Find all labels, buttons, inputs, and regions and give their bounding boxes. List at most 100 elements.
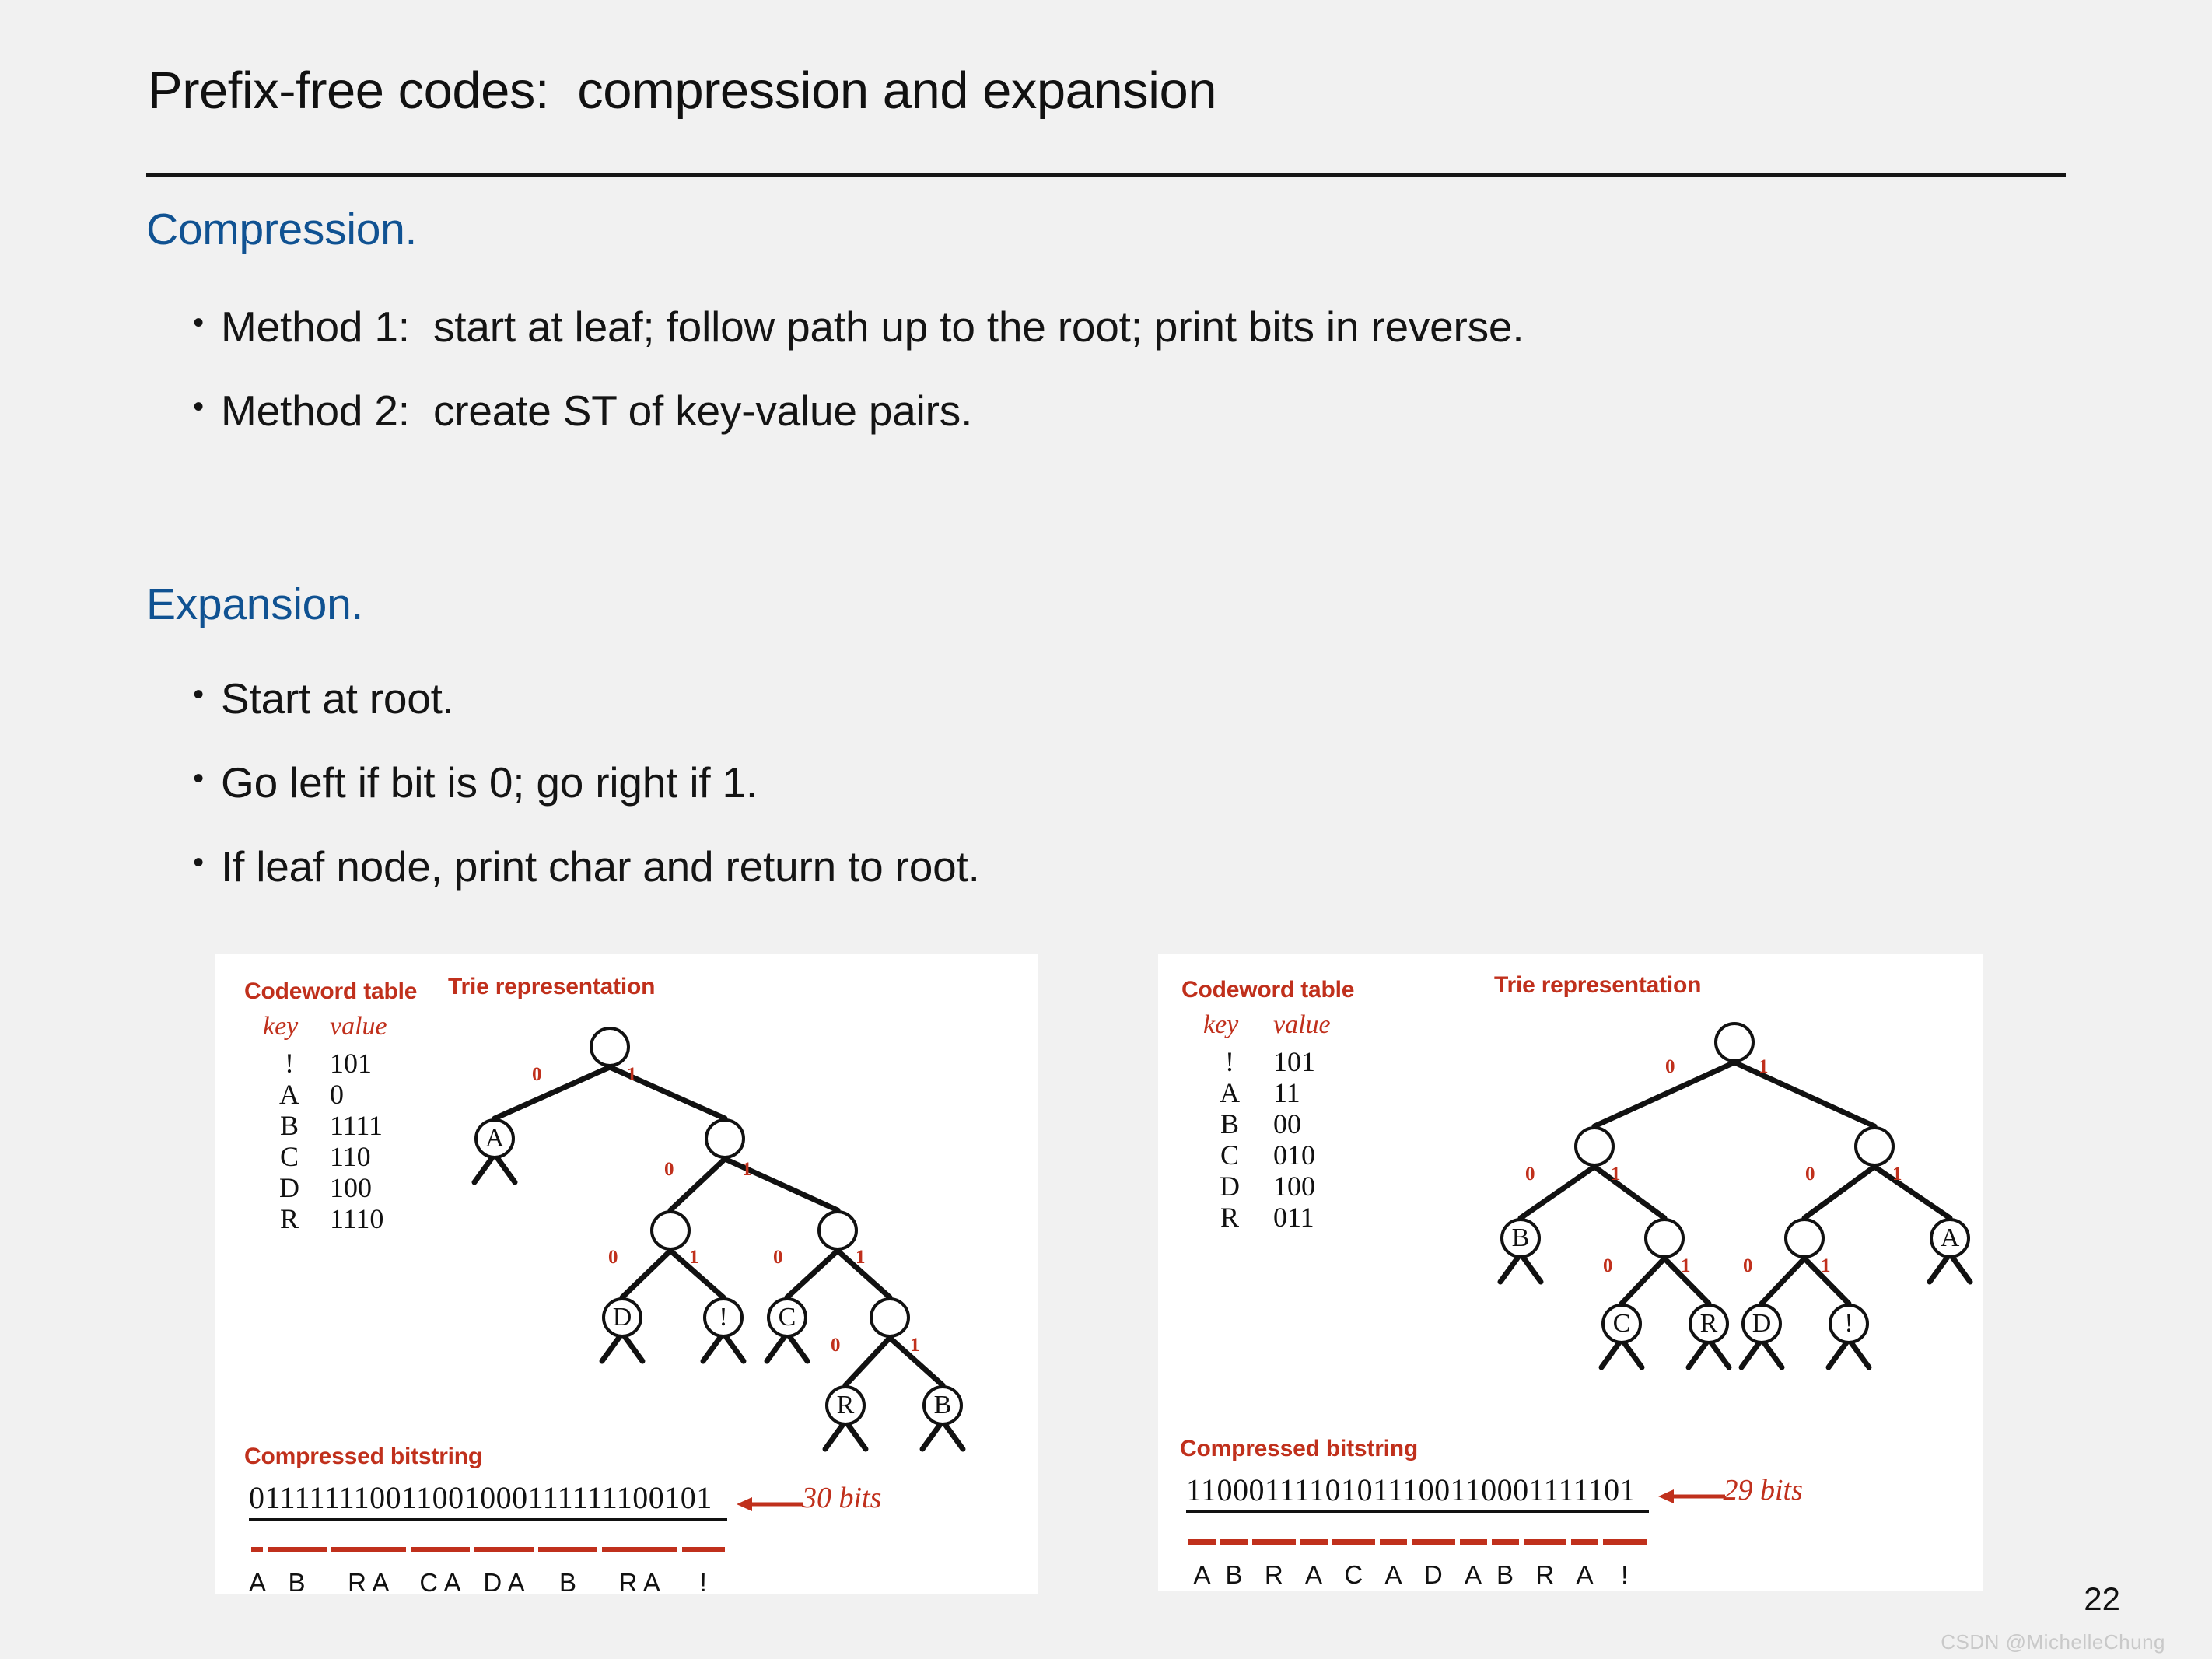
bullet-marker: • xyxy=(193,677,204,712)
bitstring-char-label: ! xyxy=(699,1568,707,1597)
table-cell-key: B xyxy=(279,1110,299,1141)
edge-bit-label: 1 xyxy=(1611,1164,1621,1185)
edge-bit-label: 1 xyxy=(1892,1164,1902,1185)
compression-bullet-2: • Method 2: create ST of key-value pairs… xyxy=(187,386,972,436)
bitstring-segment xyxy=(474,1547,534,1552)
table-cell-key: A xyxy=(279,1079,299,1110)
table-cell-value: 101 xyxy=(1273,1046,1315,1077)
bit-count-label: 29 bits xyxy=(1723,1474,1803,1507)
trie-leaf-node: A xyxy=(1930,1218,1970,1258)
bitstring-segment xyxy=(1459,1539,1487,1545)
edge-bit-label: 1 xyxy=(1759,1056,1769,1077)
table-cell-key: ! xyxy=(1225,1046,1234,1077)
bitstring-char-label: D A xyxy=(483,1568,525,1597)
compression-bullet-1: • Method 1: start at leaf; follow path u… xyxy=(187,302,1524,352)
bitstring-char-label: A xyxy=(1304,1560,1322,1589)
compressed-bitstring: 011111110011001000111111100101 xyxy=(249,1480,712,1515)
edge-bit-label: 0 xyxy=(1743,1255,1753,1276)
bitstring-char-label: A xyxy=(249,1568,267,1597)
bitstring-char-label: B xyxy=(558,1568,576,1597)
table-cell-key: ! xyxy=(285,1048,294,1079)
expansion-bullet-2: • Go left if bit is 0; go right if 1. xyxy=(187,758,758,807)
bitstring-segment xyxy=(267,1547,327,1552)
diagram-panel-left: Codeword table Trie representation key valu… xyxy=(215,954,1038,1597)
bullet-text: Go left if bit is 0; go right if 1. xyxy=(221,758,758,807)
bullet-marker: • xyxy=(193,845,204,880)
table-cell-key: R xyxy=(1220,1202,1239,1233)
watermark: CSDN @MichelleChung xyxy=(1941,1630,2165,1654)
bitstring-char-label: R xyxy=(1535,1560,1555,1589)
bullet-marker: • xyxy=(193,761,204,796)
table-cell-key: C xyxy=(279,1141,299,1172)
trie-internal-node xyxy=(705,1118,745,1159)
edge-bit-label: 0 xyxy=(1603,1255,1613,1276)
compressed-bitstring: 11000111101011100110001111101 xyxy=(1186,1472,1636,1507)
table-column-value: value xyxy=(1273,1010,1331,1039)
bitstring-segment xyxy=(251,1547,263,1552)
bit-count-arrow-icon xyxy=(737,1497,803,1511)
compression-heading: Compression. xyxy=(146,205,418,254)
bit-count-arrow-icon xyxy=(1657,1489,1725,1503)
bitstring-underline xyxy=(249,1518,727,1521)
bullet-marker: • xyxy=(193,306,204,340)
table-column-key: key xyxy=(1203,1010,1239,1039)
bitstring-char-label: A xyxy=(1384,1560,1402,1589)
bitstring-segment xyxy=(1220,1539,1248,1545)
table-cell-value: 100 xyxy=(1273,1171,1315,1202)
edge-bit-label: 1 xyxy=(856,1247,866,1268)
edge-bit-label: 1 xyxy=(910,1335,920,1356)
bit-count-label: 30 bits xyxy=(802,1482,882,1514)
bitstring-segment xyxy=(1523,1539,1566,1545)
bitstring-segment xyxy=(602,1547,677,1552)
expansion-bullet-1: • Start at root. xyxy=(187,674,454,723)
table-cell-key: A xyxy=(1220,1077,1240,1108)
table-cell-value: 0 xyxy=(330,1079,344,1110)
expansion-heading: Expansion. xyxy=(146,579,364,629)
bitstring-segment xyxy=(411,1547,470,1552)
bitstring-char-label: D xyxy=(1423,1560,1443,1589)
trie-leaf-node: C xyxy=(767,1297,807,1338)
bitstring-char-label: C A xyxy=(419,1568,461,1597)
bitstring-char-label: A xyxy=(1193,1560,1211,1589)
trie-internal-node xyxy=(1644,1218,1685,1258)
bitstring-segment xyxy=(1188,1539,1216,1545)
edge-bit-label: 1 xyxy=(1681,1255,1691,1276)
bullet-marker: • xyxy=(193,390,204,424)
table-column-key: key xyxy=(263,1012,299,1041)
bitstring-segment xyxy=(1380,1539,1407,1545)
table-cell-value: 010 xyxy=(1273,1139,1315,1171)
bitstring-char-label: B xyxy=(1496,1560,1514,1589)
trie-edges xyxy=(471,1064,966,1452)
table-cell-value: 101 xyxy=(330,1048,372,1079)
bitstring-segment xyxy=(1252,1539,1296,1545)
table-cell-key: R xyxy=(279,1203,299,1234)
trie-internal-node xyxy=(817,1210,858,1251)
trie-leaf-node: B xyxy=(1500,1218,1541,1258)
trie-title: Trie representation xyxy=(1494,972,1702,998)
edge-bit-label: 0 xyxy=(1665,1056,1675,1077)
edge-bit-label: 0 xyxy=(773,1247,783,1268)
trie-leaf-node: B xyxy=(922,1385,963,1426)
bitstring-char-label: B xyxy=(288,1568,306,1597)
table-cell-value: 011 xyxy=(1273,1202,1314,1233)
trie-internal-node xyxy=(650,1210,691,1251)
bitstring-char-label: ! xyxy=(1621,1560,1629,1589)
page-title: Prefix-free codes: compression and expan… xyxy=(148,61,1217,120)
bitstring-segment xyxy=(538,1547,597,1552)
table-cell-value: 110 xyxy=(330,1141,371,1172)
table-cell-value: 1111 xyxy=(330,1110,383,1141)
bitstring-segment xyxy=(1300,1539,1328,1545)
codeword-table-title: Codeword table xyxy=(1181,977,1355,1003)
bitstring-char-label: C xyxy=(1344,1560,1363,1589)
bullet-text: Method 1: start at leaf; follow path up … xyxy=(221,303,1524,351)
trie-leaf-node: D xyxy=(602,1297,642,1338)
expansion-bullet-3: • If leaf node, print char and return to… xyxy=(187,842,980,891)
bitstring-char-label: R A xyxy=(618,1568,660,1597)
trie-internal-node xyxy=(1714,1022,1755,1062)
bitstring-segment xyxy=(1412,1539,1455,1545)
trie-leaf-node: C xyxy=(1601,1304,1642,1344)
trie-internal-node xyxy=(1854,1126,1895,1167)
trie-diagram: A D! C R B 0 1 0 1 0 1 0 1 0 1 xyxy=(394,1010,985,1461)
trie-title: Trie representation xyxy=(448,974,656,999)
bitstring-underline xyxy=(1186,1510,1649,1513)
